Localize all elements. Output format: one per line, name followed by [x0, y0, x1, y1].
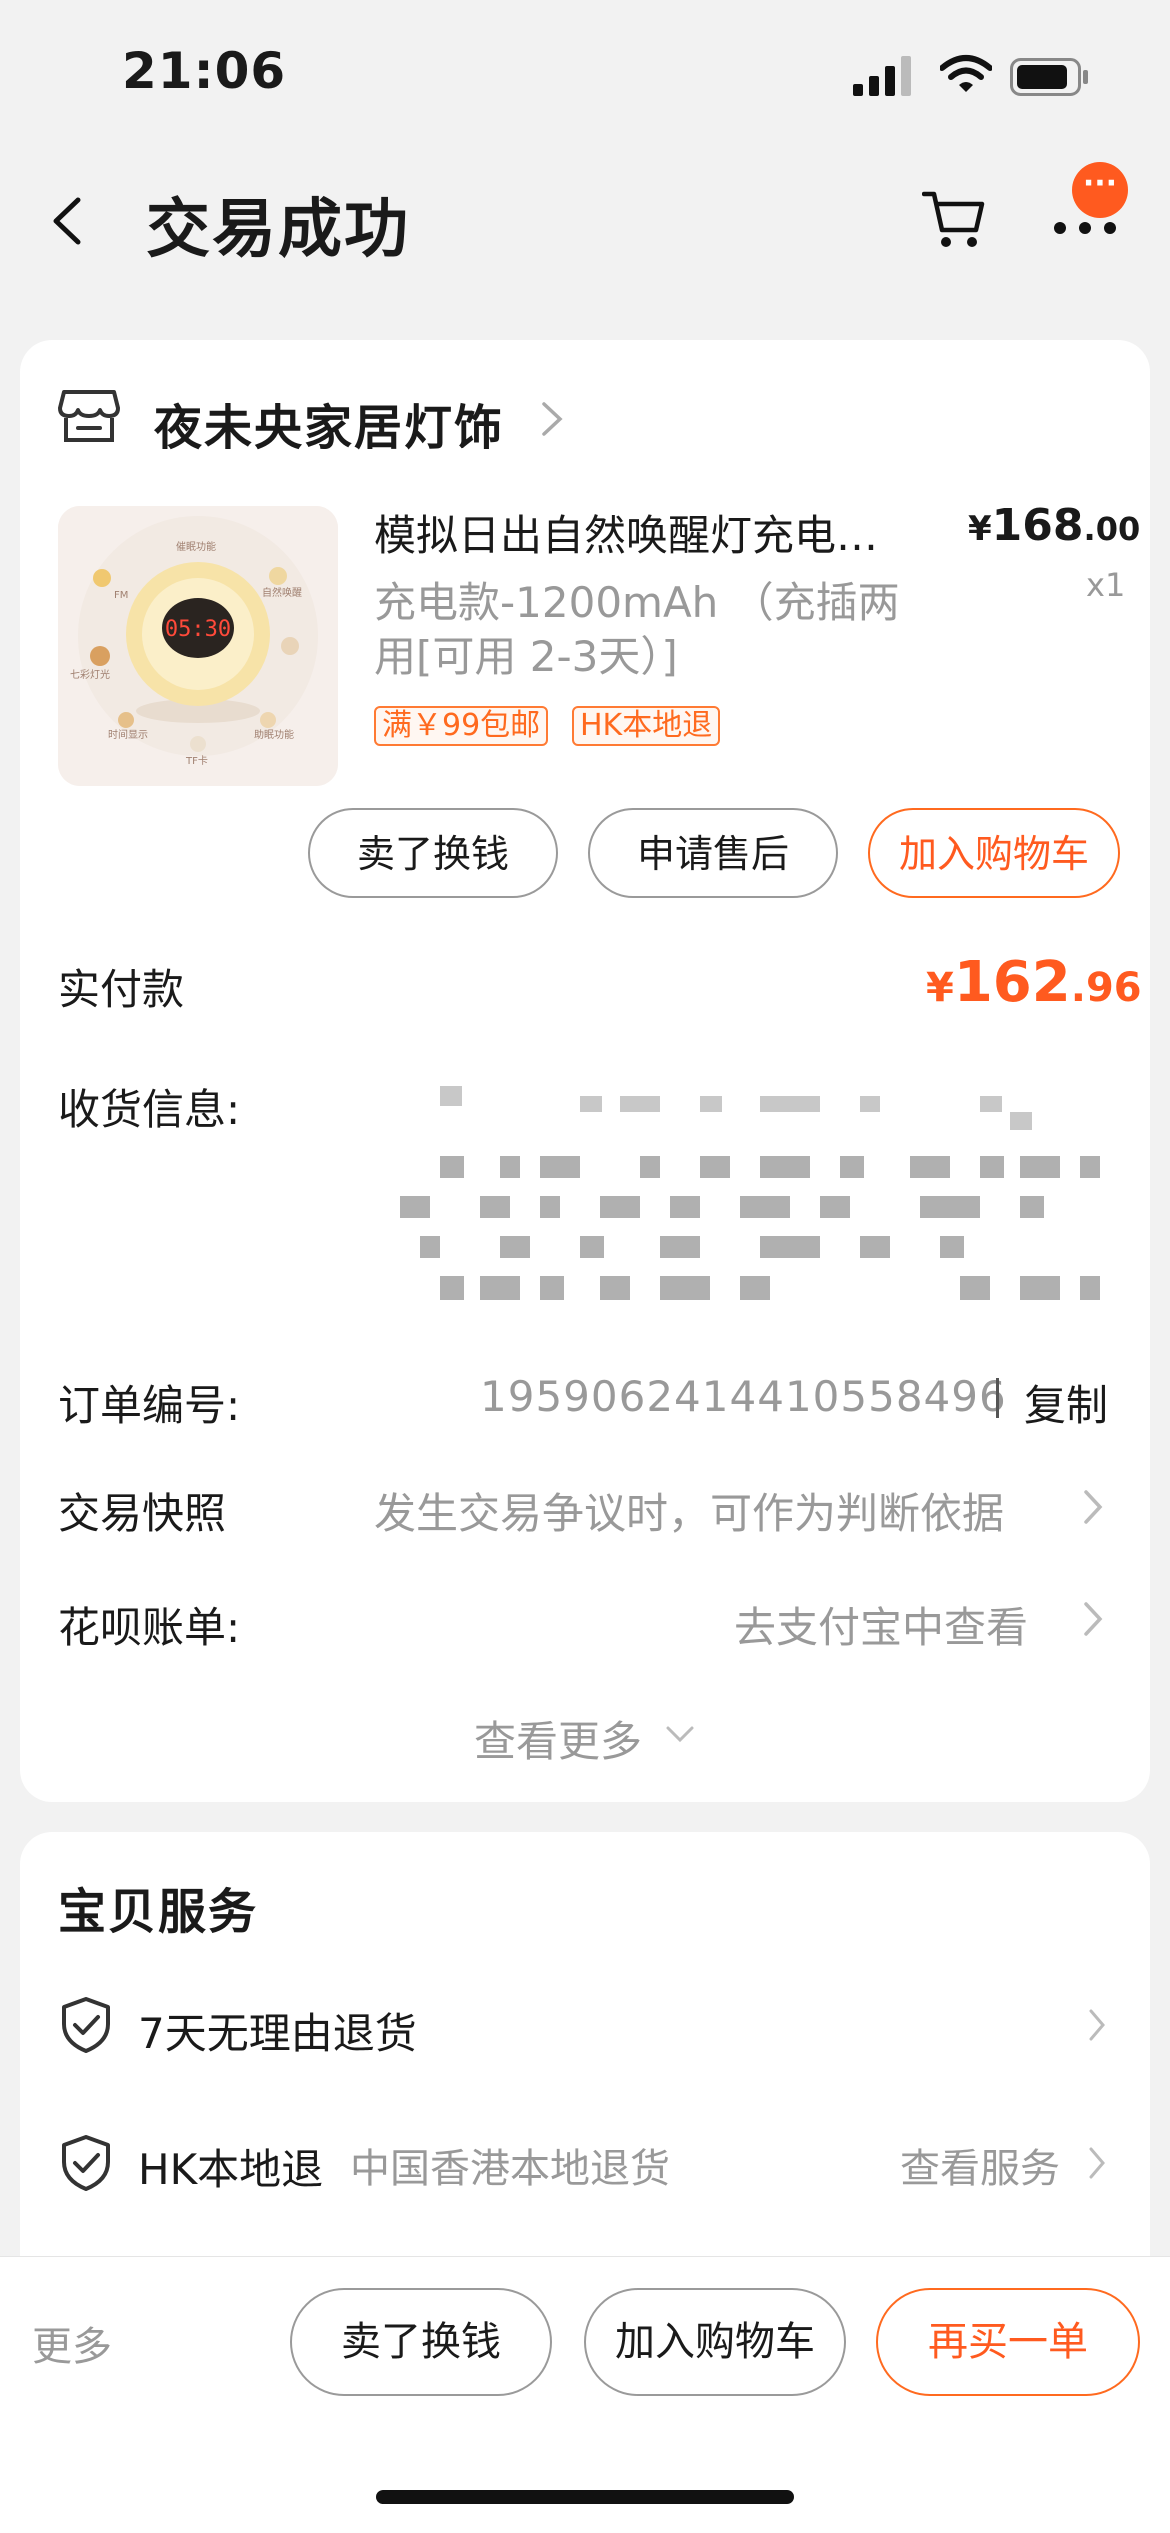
battery-icon: [1010, 58, 1088, 96]
product-image: 05:30 FM 七彩灯光 时间显示 TF卡 催眠功能 自然唤醒 助眠功能: [58, 506, 338, 786]
product-price: ¥168.00: [968, 500, 1140, 551]
shield-check-icon: [62, 1997, 110, 2053]
product-image-label: 七彩灯光: [70, 668, 110, 681]
price-currency: ¥: [968, 509, 992, 549]
paid-integer: 162: [953, 950, 1071, 1015]
back-icon[interactable]: [48, 196, 88, 246]
price-integer: 168: [991, 500, 1084, 551]
paid-currency: ¥: [926, 965, 954, 1011]
product-image-label: 时间显示: [108, 728, 148, 741]
view-service-link[interactable]: 查看服务: [900, 2136, 1060, 2194]
chevron-right-icon[interactable]: [1082, 1600, 1104, 1638]
page-title: 交易成功: [146, 193, 410, 267]
status-time: 21:06: [122, 42, 287, 100]
chevron-right-icon[interactable]: [1088, 2008, 1106, 2042]
address-label: 收货信息:: [58, 1085, 241, 1134]
shield-check-icon: [62, 2135, 110, 2191]
address-redacted: [400, 1086, 1100, 1300]
services-title: 宝贝服务: [58, 1884, 259, 1940]
order-number-label: 订单编号:: [58, 1381, 241, 1430]
snapshot-label[interactable]: 交易快照: [58, 1480, 226, 1541]
after-sale-button[interactable]: 申请售后: [588, 808, 838, 898]
chevron-right-icon[interactable]: [1082, 1488, 1104, 1526]
paid-label: 实付款: [58, 965, 185, 1014]
see-more-button[interactable]: 查看更多: [474, 1708, 642, 1769]
product-image-label: TF卡: [185, 754, 208, 767]
copy-button[interactable]: 复制: [1024, 1372, 1108, 1433]
add-to-cart-button[interactable]: 加入购物车: [868, 808, 1120, 898]
store-name[interactable]: 夜未央家居灯饰: [154, 388, 504, 458]
home-indicator[interactable]: [376, 2490, 794, 2504]
sell-button[interactable]: 卖了换钱: [290, 2288, 552, 2396]
chevron-down-icon[interactable]: [664, 1724, 696, 1746]
add-to-cart-button[interactable]: 加入购物车: [584, 2288, 846, 2396]
cellular-signal-icon: [853, 56, 911, 96]
divider: [996, 1378, 999, 1418]
product-thumbnail[interactable]: 05:30 FM 七彩灯光 时间显示 TF卡 催眠功能 自然唤醒 助眠功能: [58, 506, 338, 786]
store-icon: [58, 390, 120, 442]
price-decimal: .00: [1083, 510, 1141, 548]
product-image-clock: 05:30: [165, 617, 231, 642]
buy-again-button[interactable]: 再买一单: [876, 2288, 1140, 2396]
free-shipping-tag: 满￥99包邮: [374, 706, 549, 746]
message-badge[interactable]: ···: [1072, 162, 1128, 218]
snapshot-value[interactable]: 发生交易争议时，可作为判断依据: [374, 1480, 1004, 1541]
service-hk-return[interactable]: HK本地退: [138, 2136, 323, 2197]
product-spec: 充电款-1200mAh （充插两用[可用 2-3天）]: [374, 578, 900, 681]
more-button[interactable]: 更多: [32, 2314, 112, 2372]
chevron-right-icon[interactable]: [540, 400, 564, 438]
chevron-right-icon[interactable]: [1088, 2146, 1106, 2180]
sell-button[interactable]: 卖了换钱: [308, 808, 558, 898]
product-title[interactable]: 模拟日出自然唤醒灯充电…: [374, 502, 934, 563]
product-image-label: 自然唤醒: [262, 586, 302, 599]
product-image-label: FM: [114, 590, 128, 601]
hk-return-tag: HK本地退: [572, 706, 721, 746]
huabei-bill-label[interactable]: 花呗账单:: [58, 1594, 240, 1655]
huabei-bill-value[interactable]: 去支付宝中查看: [734, 1594, 1028, 1655]
service-hk-return-desc: 中国香港本地退货: [350, 2146, 670, 2192]
product-quantity: x1: [1086, 566, 1126, 604]
paid-decimal: .96: [1070, 965, 1142, 1011]
product-image-label: 助眠功能: [254, 728, 294, 741]
order-number: 1959062414410558496: [480, 1372, 1007, 1421]
wifi-icon: [940, 55, 992, 92]
paid-amount: ¥162.96: [926, 950, 1142, 1015]
product-image-label: 催眠功能: [176, 540, 216, 553]
cart-icon[interactable]: [922, 190, 988, 250]
service-7day-return[interactable]: 7天无理由退货: [138, 2000, 417, 2061]
